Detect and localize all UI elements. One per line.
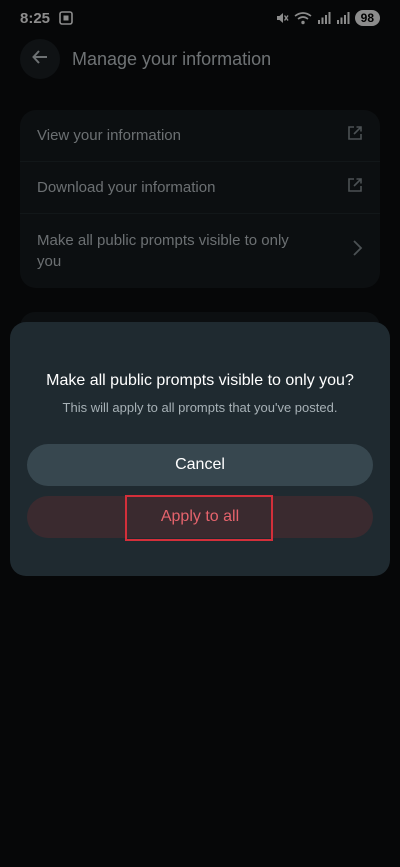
dialog-subtitle: This will apply to all prompts that you'… [62,400,338,415]
dialog-title: Make all public prompts visible to only … [46,372,354,389]
highlight-box [125,495,273,541]
cancel-button[interactable]: Cancel [27,444,373,486]
screen: 8:25 98 Manage your information View you… [0,0,400,867]
confirm-dialog: Make all public prompts visible to only … [10,322,390,576]
